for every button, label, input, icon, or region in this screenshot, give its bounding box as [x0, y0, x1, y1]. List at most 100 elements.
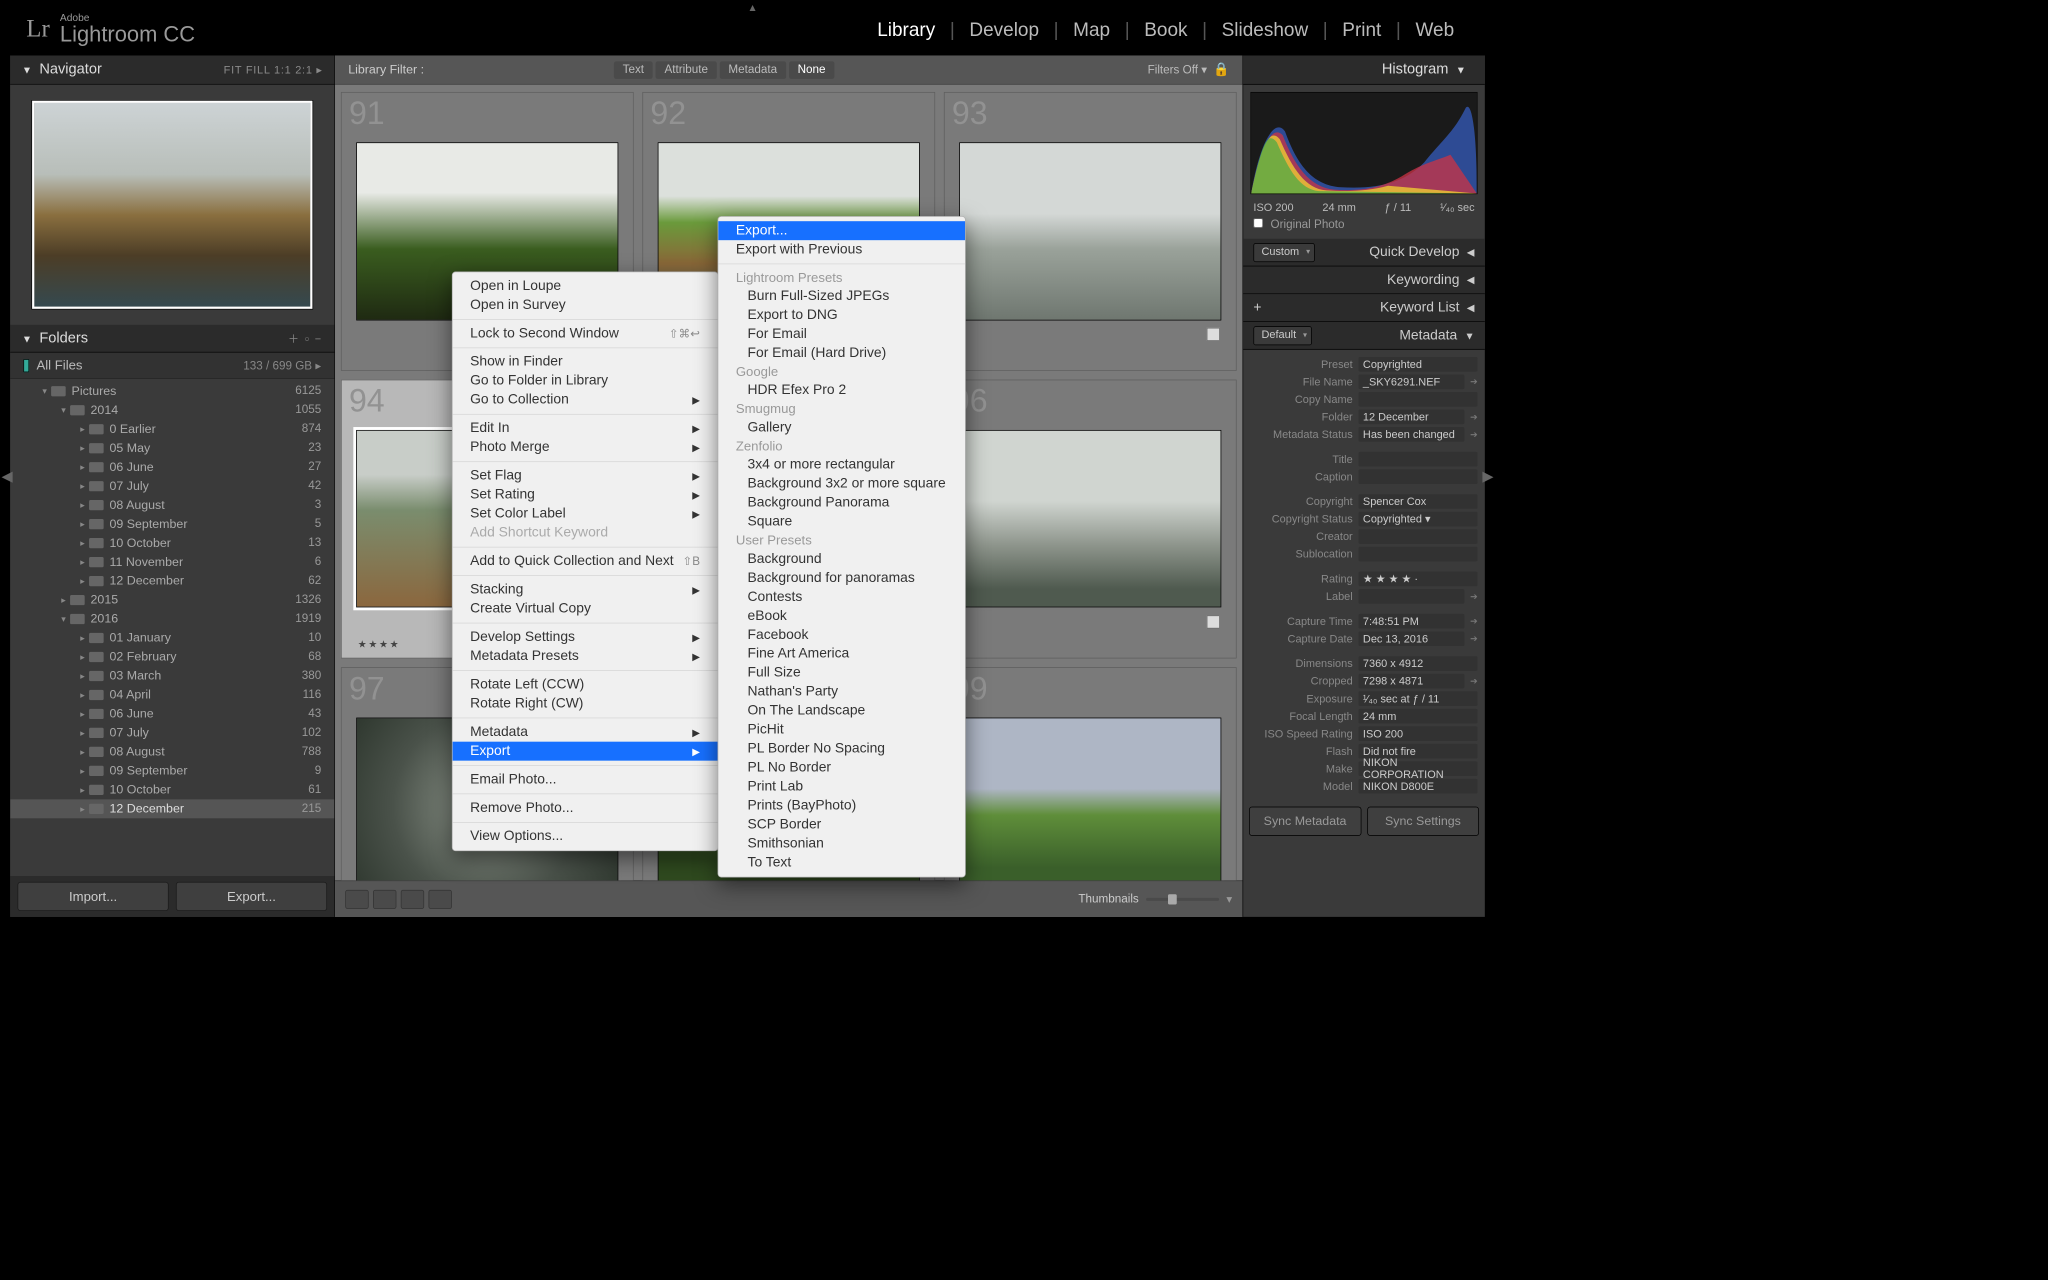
menu-item[interactable]: Stacking▶	[453, 580, 718, 599]
menu-item[interactable]: Open in Survey	[453, 296, 718, 315]
goto-arrow-icon[interactable]: ➔	[1470, 429, 1477, 439]
folder-row[interactable]: ▸06 June43	[10, 704, 334, 723]
folder-row[interactable]: ▸06 June27	[10, 458, 334, 477]
menu-item[interactable]: Smithsonian	[718, 834, 965, 853]
metadata-value[interactable]: ★ ★ ★ ★ ·	[1359, 572, 1478, 587]
folders-tools[interactable]: ＋ ▫ −	[288, 331, 323, 346]
goto-arrow-icon[interactable]: ➔	[1470, 616, 1477, 626]
menu-item[interactable]: Nathan's Party	[718, 683, 965, 702]
module-book[interactable]: Book	[1130, 18, 1202, 41]
menu-item[interactable]: Export...	[718, 221, 965, 240]
folder-row[interactable]: ▸20151326	[10, 591, 334, 610]
keyword-list-header[interactable]: + Keyword List◀	[1243, 294, 1485, 322]
metadata-value[interactable]: 24 mm	[1359, 709, 1478, 724]
original-photo-toggle[interactable]: Original Photo	[1243, 218, 1485, 238]
menu-item[interactable]: Set Flag▶	[453, 466, 718, 485]
folders-header[interactable]: ▼ Folders ＋ ▫ −	[10, 325, 334, 353]
treatment-combo[interactable]: Custom	[1253, 243, 1314, 262]
menu-item[interactable]: SCP Border	[718, 815, 965, 834]
grid-cell[interactable]: 93	[944, 92, 1237, 371]
navigator-header[interactable]: ▼ Navigator FIT FILL 1:1 2:1 ▸	[10, 55, 334, 84]
preset-combo[interactable]: Copyrighted	[1359, 357, 1478, 372]
goto-arrow-icon[interactable]: ➔	[1470, 377, 1477, 387]
filter-tab-none[interactable]: None	[789, 61, 834, 79]
quick-develop-header[interactable]: Custom Quick Develop◀	[1243, 239, 1485, 267]
goto-arrow-icon[interactable]: ➔	[1470, 634, 1477, 644]
metadata-value[interactable]: 7:48:51 PM	[1359, 614, 1465, 629]
metadata-value[interactable]	[1359, 547, 1478, 562]
folder-row[interactable]: ▸09 September9	[10, 761, 334, 780]
thumbnail-size-slider[interactable]	[1146, 898, 1219, 901]
metadata-value[interactable]: 7298 x 4871	[1359, 674, 1465, 689]
menu-item[interactable]: Facebook	[718, 626, 965, 645]
menu-item[interactable]: Go to Folder in Library	[453, 372, 718, 391]
menu-item[interactable]: Photo Merge▶	[453, 438, 718, 457]
chevron-down-icon[interactable]: ▾	[1226, 892, 1232, 907]
menu-item[interactable]: Background for panoramas	[718, 569, 965, 588]
top-collapse-arrow[interactable]: ▲	[748, 1, 758, 13]
folder-row[interactable]: ▸07 July102	[10, 723, 334, 742]
menu-item[interactable]: Email Photo...	[453, 770, 718, 789]
menu-item[interactable]: Set Rating▶	[453, 485, 718, 504]
folder-row[interactable]: ▸02 February68	[10, 648, 334, 667]
menu-item[interactable]: Background	[718, 550, 965, 569]
menu-item[interactable]: Metadata▶	[453, 723, 718, 742]
sync-settings-button[interactable]: Sync Settings	[1367, 807, 1479, 836]
menu-item[interactable]: Export to DNG	[718, 306, 965, 325]
folder-row[interactable]: ▸08 August788	[10, 742, 334, 761]
menu-item[interactable]: Metadata Presets▶	[453, 647, 718, 666]
folder-row[interactable]: ▸01 January10	[10, 629, 334, 648]
metadata-value[interactable]: Has been changed	[1359, 427, 1465, 442]
menu-item[interactable]: Square	[718, 512, 965, 531]
folder-row[interactable]: ▾Pictures6125	[10, 382, 334, 401]
module-library[interactable]: Library	[863, 18, 950, 41]
menu-item[interactable]: To Text	[718, 853, 965, 872]
folder-row[interactable]: ▸10 October61	[10, 780, 334, 799]
menu-item[interactable]: On The Landscape	[718, 702, 965, 721]
folder-row[interactable]: ▸10 October13	[10, 534, 334, 553]
metadata-value[interactable]: NIKON D800E	[1359, 779, 1478, 794]
menu-item[interactable]: Gallery	[718, 418, 965, 437]
folder-row[interactable]: ▸0 Earlier874	[10, 420, 334, 439]
metadata-value[interactable]	[1359, 392, 1478, 407]
menu-item[interactable]: Develop Settings▶	[453, 628, 718, 647]
menu-item[interactable]: Export with Previous	[718, 240, 965, 259]
folder-row[interactable]: ▸12 December62	[10, 572, 334, 591]
menu-item[interactable]: Rotate Left (CCW)	[453, 675, 718, 694]
navigator-zoom-options[interactable]: FIT FILL 1:1 2:1 ▸	[224, 63, 323, 76]
menu-item[interactable]: Rotate Right (CW)	[453, 694, 718, 713]
menu-item[interactable]: For Email	[718, 325, 965, 344]
export-button[interactable]: Export...	[176, 882, 327, 911]
folder-row[interactable]: ▸05 May23	[10, 439, 334, 458]
histogram-header[interactable]: Histogram ▼	[1243, 55, 1485, 84]
module-slideshow[interactable]: Slideshow	[1207, 18, 1323, 41]
folder-row[interactable]: ▸03 March380	[10, 666, 334, 685]
folder-row[interactable]: ▾20141055	[10, 401, 334, 420]
menu-item[interactable]: Prints (BayPhoto)	[718, 796, 965, 815]
menu-item[interactable]: For Email (Hard Drive)	[718, 344, 965, 363]
keywording-header[interactable]: Keywording◀	[1243, 266, 1485, 294]
folder-row[interactable]: ▸08 August3	[10, 496, 334, 515]
folder-row[interactable]: ▸07 July42	[10, 477, 334, 496]
compare-view-button[interactable]	[401, 890, 424, 909]
metadata-set-combo[interactable]: Default	[1253, 326, 1311, 345]
menu-item[interactable]: PicHit	[718, 721, 965, 740]
menu-item[interactable]: Lock to Second Window⇧⌘↩	[453, 324, 718, 343]
metadata-value[interactable]: NIKON CORPORATION	[1359, 761, 1478, 776]
goto-arrow-icon[interactable]: ➔	[1470, 676, 1477, 686]
metadata-value[interactable]	[1359, 452, 1478, 467]
plus-icon[interactable]: +	[1253, 300, 1261, 316]
metadata-value[interactable]: Spencer Cox	[1359, 494, 1478, 509]
metadata-value[interactable]	[1359, 469, 1478, 484]
menu-item[interactable]: Open in Loupe	[453, 277, 718, 296]
survey-view-button[interactable]	[429, 890, 452, 909]
grid-cell[interactable]: 96	[944, 380, 1237, 659]
folder-row[interactable]: ▸12 December215	[10, 799, 334, 818]
menu-item[interactable]: Edit In▶	[453, 419, 718, 438]
histogram-display[interactable]	[1250, 92, 1477, 194]
module-print[interactable]: Print	[1328, 18, 1396, 41]
menu-item[interactable]: Contests	[718, 588, 965, 607]
metadata-header[interactable]: Default Metadata▼	[1243, 322, 1485, 350]
menu-item[interactable]: PL Border No Spacing	[718, 739, 965, 758]
metadata-value[interactable]	[1359, 589, 1465, 604]
